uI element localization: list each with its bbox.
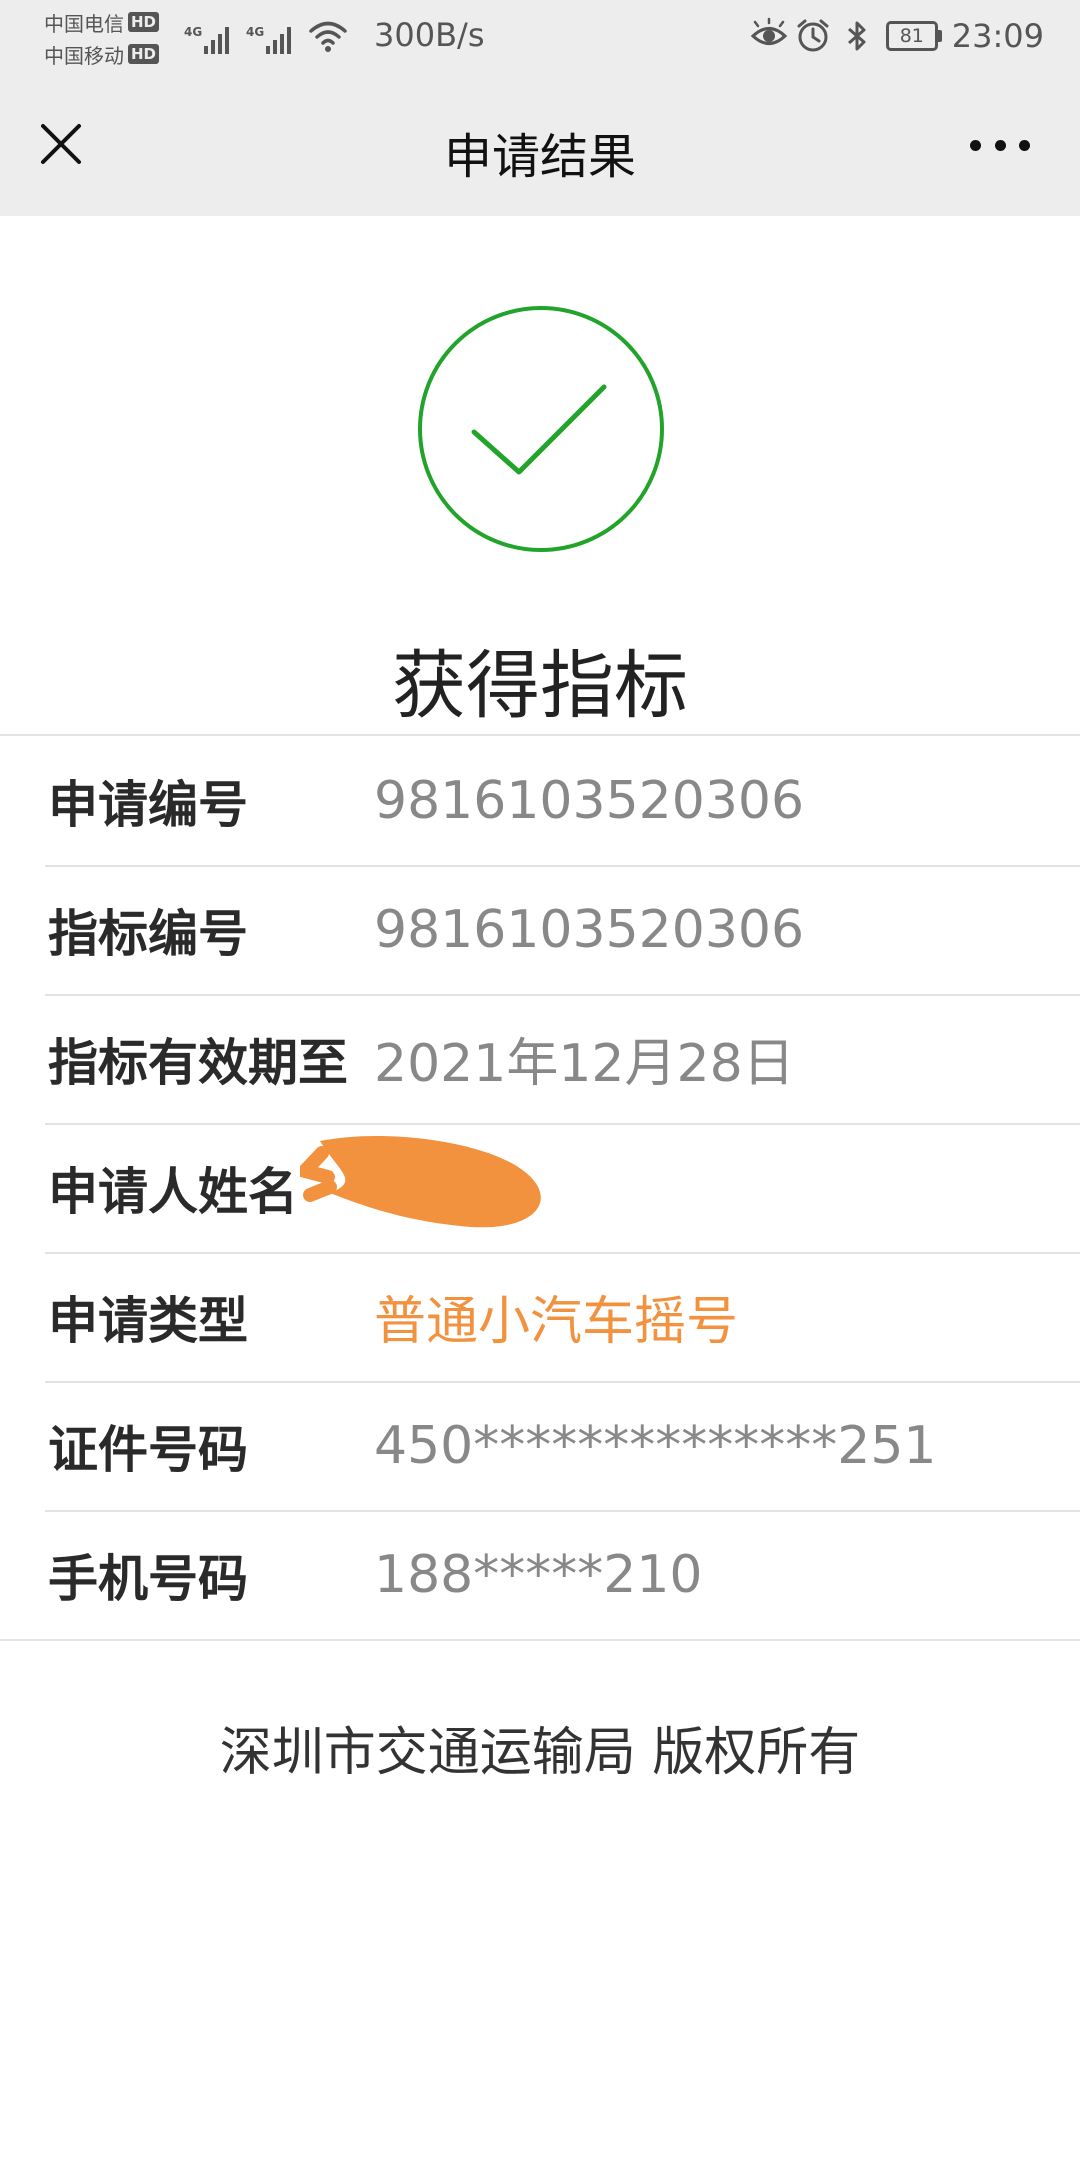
net-speed: 300B/s <box>374 16 485 54</box>
info-label: 指标有效期至 <box>48 1033 348 1092</box>
info-value: 188*****210 <box>374 1544 703 1605</box>
info-row-application-type: 申请类型 普通小汽车摇号 <box>0 1252 1080 1381</box>
info-label: 申请编号 <box>48 775 248 834</box>
status-right: 81 23:09 <box>744 14 1044 58</box>
redaction-scribble <box>300 1135 541 1228</box>
info-row-valid-until: 指标有效期至 2021年12月28日 <box>0 994 1080 1123</box>
alarm-icon <box>797 19 829 52</box>
info-label: 申请类型 <box>48 1291 248 1350</box>
signal-strength-2-icon: 4G <box>246 25 294 54</box>
battery-level: 81 <box>899 25 924 47</box>
footer-copyright: 深圳市交通运输局 版权所有 <box>219 1723 861 1783</box>
wifi-icon <box>309 21 347 52</box>
carrier-line-2: 中国移动 HD <box>44 38 184 70</box>
carrier-name-1: 中国电信 <box>44 11 124 36</box>
info-value: 9816103520306 <box>374 899 805 960</box>
check-circle-icon <box>418 306 664 552</box>
info-row-quota-number: 指标编号 9816103520306 <box>0 865 1080 994</box>
hd-badge-1: HD <box>128 12 160 32</box>
info-value: 450**************251 <box>374 1415 937 1476</box>
info-label: 指标编号 <box>48 904 248 963</box>
info-label: 申请人姓名 <box>48 1162 298 1221</box>
info-row-application-number: 申请编号 9816103520306 <box>0 736 1080 865</box>
signal-strength-1-icon: 4G <box>184 25 232 54</box>
carrier-line-1: 中国电信 HD <box>44 6 184 38</box>
network-tag-1: 4G <box>184 25 203 39</box>
page-title: 申请结果 <box>443 129 636 185</box>
bluetooth-icon <box>847 21 866 51</box>
info-value: 2021年12月28日 <box>374 1034 795 1094</box>
network-tag-2: 4G <box>246 25 265 39</box>
signal-group: 4G 4G <box>184 14 362 54</box>
info-label: 手机号码 <box>48 1549 248 1608</box>
more-icon[interactable] <box>970 135 1030 155</box>
info-list: 申请编号 9816103520306 指标编号 9816103520306 指标… <box>0 734 1080 1641</box>
info-row-applicant-name: 申请人姓名 <box>0 1123 1080 1252</box>
hd-badge-2: HD <box>128 44 160 64</box>
info-row-id-number: 证件号码 450**************251 <box>0 1381 1080 1510</box>
info-value: 9816103520306 <box>374 770 805 831</box>
carrier-name-2: 中国移动 <box>44 43 124 68</box>
nav-bar: 申请结果 <box>0 75 1080 216</box>
info-value: 普通小汽车摇号 <box>374 1292 739 1352</box>
carrier-info: 中国电信 HD 中国移动 HD <box>44 6 184 70</box>
eye-icon <box>750 17 787 45</box>
info-label: 证件号码 <box>48 1420 248 1479</box>
result-title: 获得指标 <box>392 643 688 729</box>
status-bar: 中国电信 HD 中国移动 HD 4G 4G 300B/s 81 23:09 <box>0 0 1080 75</box>
battery-icon: 81 <box>885 21 942 51</box>
clock: 23:09 <box>951 17 1044 55</box>
info-row-phone-number: 手机号码 188*****210 <box>0 1510 1080 1639</box>
